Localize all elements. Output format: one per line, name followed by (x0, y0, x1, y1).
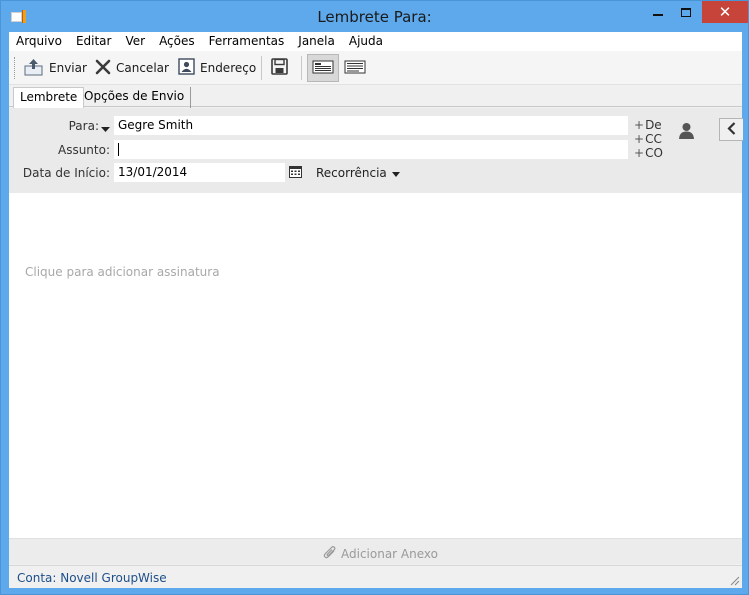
cancel-label: Cancelar (116, 61, 169, 75)
to-dropdown-icon[interactable] (101, 122, 110, 136)
view-plain-text-button[interactable] (339, 54, 371, 82)
save-icon (271, 58, 288, 78)
text-caret (118, 143, 119, 156)
tab-opcoes-de-envio[interactable]: Opções de Envio (78, 87, 192, 108)
address-label: Endereço (200, 61, 257, 75)
status-bar: Conta: Novell GroupWise (9, 565, 742, 588)
toolbar: Enviar Cancelar Endereço (9, 51, 742, 85)
recurrence-label: Recorrência (316, 166, 387, 180)
toolbar-grip[interactable] (14, 57, 17, 79)
address-book-icon (178, 58, 195, 78)
chevron-left-icon (727, 121, 736, 138)
menu-ajuda[interactable]: Ajuda (342, 32, 390, 51)
add-signature-link[interactable]: Clique para adicionar assinatura (25, 265, 220, 279)
menu-janela[interactable]: Janela (291, 32, 342, 51)
maximize-icon (681, 7, 691, 17)
send-button[interactable]: Enviar (24, 55, 87, 81)
add-cc-button[interactable]: +CC (634, 132, 662, 146)
header-view-icon (312, 60, 334, 77)
to-label: Para: (68, 119, 99, 133)
message-body[interactable]: Clique para adicionar assinatura (9, 193, 742, 538)
tab-lembrete[interactable]: Lembrete (13, 87, 85, 108)
toolbar-separator (301, 56, 302, 80)
window-title: Lembrete Para: (317, 8, 432, 26)
recurrence-button[interactable]: Recorrência (316, 166, 400, 180)
subject-field[interactable] (114, 140, 628, 159)
collapse-panel-button[interactable] (719, 118, 743, 141)
menu-bar: Arquivo Editar Ver Ações Ferramentas Jan… (9, 32, 742, 51)
save-button[interactable] (271, 55, 288, 81)
plain-text-view-icon (344, 60, 366, 77)
calendar-icon[interactable] (289, 166, 302, 181)
attachment-bar: Adicionar Anexo (9, 538, 742, 564)
cancel-icon (95, 59, 111, 78)
add-from-button[interactable]: +De (634, 118, 662, 132)
account-status: Conta: Novell GroupWise (17, 571, 167, 585)
minimize-button[interactable] (643, 1, 673, 23)
minimize-icon (653, 14, 663, 16)
address-button[interactable]: Endereço (178, 55, 256, 81)
close-icon: ✕ (718, 3, 732, 21)
plus-icon: + (634, 132, 645, 146)
plus-icon: + (634, 146, 645, 160)
subject-label: Assunto: (57, 143, 110, 157)
message-header: Para: Gegre Smith Assunto: Data de Iníci… (9, 108, 743, 193)
cancel-button[interactable]: Cancelar (95, 55, 169, 81)
plus-icon: + (634, 118, 645, 132)
to-field[interactable]: Gegre Smith (114, 116, 628, 135)
menu-acoes[interactable]: Ações (152, 32, 202, 51)
add-co-label: CO (645, 146, 663, 160)
add-cc-label: CC (645, 132, 662, 146)
menu-arquivo[interactable]: Arquivo (9, 32, 69, 51)
toolbar-separator (261, 56, 262, 80)
tab-strip: Lembrete Opções de Envio (9, 85, 742, 108)
contact-person-icon[interactable] (678, 122, 695, 142)
paperclip-icon (323, 545, 337, 563)
app-window: Lembrete Para: ✕ Arquivo Editar Ver Açõe… (0, 0, 749, 595)
send-icon (24, 58, 44, 79)
client-area: Arquivo Editar Ver Ações Ferramentas Jan… (9, 32, 743, 588)
start-date-field[interactable]: 13/01/2014 (114, 163, 285, 182)
close-button[interactable]: ✕ (702, 1, 748, 23)
maximize-button[interactable] (671, 1, 701, 23)
menu-editar[interactable]: Editar (69, 32, 119, 51)
add-attachment-label: Adicionar Anexo (341, 547, 438, 561)
chevron-down-icon (391, 166, 400, 180)
add-co-button[interactable]: +CO (634, 146, 663, 160)
resize-grip[interactable] (728, 574, 740, 586)
send-label: Enviar (49, 61, 87, 75)
add-from-label: De (645, 118, 662, 132)
menu-ver[interactable]: Ver (118, 32, 152, 51)
menu-ferramentas[interactable]: Ferramentas (202, 32, 292, 51)
title-bar: Lembrete Para: ✕ (1, 1, 748, 33)
add-attachment-button[interactable]: Adicionar Anexo (323, 545, 438, 563)
start-date-label: Data de Início: (22, 166, 110, 180)
view-mail-header-button[interactable] (307, 54, 339, 82)
